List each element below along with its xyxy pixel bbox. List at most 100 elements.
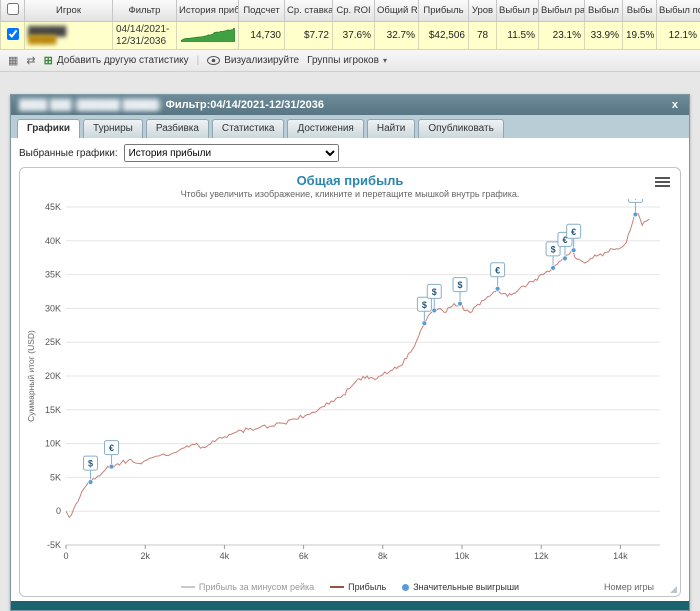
svg-text:25K: 25K xyxy=(45,337,61,347)
svg-text:$: $ xyxy=(633,199,638,201)
svg-text:35K: 35K xyxy=(45,270,61,280)
chart-menu-icon[interactable] xyxy=(655,175,670,189)
col-player[interactable]: Игрок xyxy=(25,0,113,22)
tab-breakdown[interactable]: Разбивка xyxy=(146,119,209,138)
avg-roi-cell: 37.6% xyxy=(333,22,375,50)
svg-text:20K: 20K xyxy=(45,371,61,381)
avg-stake-cell: $7.72 xyxy=(285,22,333,50)
col-avg-roi[interactable]: Ср. ROI xyxy=(333,0,375,22)
svg-text:0: 0 xyxy=(56,506,61,516)
panel-footer-bar xyxy=(11,601,689,610)
close-icon[interactable]: x xyxy=(669,100,681,111)
profit-chart-panel: Общая прибыль Чтобы увеличить изображени… xyxy=(19,167,681,597)
panel-player-name-redacted: ████ ███ (██████ █████) xyxy=(19,100,162,111)
player-detail-panel: ████ ███ (██████ █████) Фильтр:04/14/202… xyxy=(10,94,690,611)
legend-item-profit[interactable]: Прибыль xyxy=(330,582,386,592)
svg-text:2k: 2k xyxy=(140,551,150,561)
legend-item-net-profit[interactable]: Прибыль за минусом рейка xyxy=(181,582,314,592)
tab-tournaments[interactable]: Турниры xyxy=(83,119,143,138)
svg-text:15K: 15K xyxy=(45,405,61,415)
filter-cell: 04/14/2021- 12/31/2036 xyxy=(113,22,177,50)
col-filter[interactable]: Фильтр xyxy=(113,0,177,22)
svg-text:$: $ xyxy=(88,459,93,469)
total-roi-cell: 32.7% xyxy=(375,22,419,50)
svg-text:0: 0 xyxy=(63,551,68,561)
profit-cell: $42,506 xyxy=(419,22,469,50)
tab-statistics[interactable]: Статистика xyxy=(212,119,285,138)
col-total-roi[interactable]: Общий ROI xyxy=(375,0,419,22)
svg-text:$: $ xyxy=(432,287,437,297)
row-checkbox[interactable] xyxy=(7,28,19,40)
svg-text:10k: 10k xyxy=(455,551,470,561)
charts-select[interactable]: История прибыли xyxy=(124,144,339,162)
tab-achievements[interactable]: Достижения xyxy=(287,119,363,138)
resize-grip[interactable] xyxy=(670,586,677,593)
col-profit-history[interactable]: История прибы xyxy=(177,0,239,22)
chart-legend: Прибыль за минусом рейка Прибыль Значите… xyxy=(24,580,676,594)
tab-find[interactable]: Найти xyxy=(367,119,416,138)
tab-charts[interactable]: Графики xyxy=(17,119,80,138)
profit-chart-svg[interactable]: 45K40K35K30K25K20K15K10K5K0-5K02k4k6k8k1… xyxy=(24,199,672,577)
svg-text:5K: 5K xyxy=(50,472,61,482)
out-early-mid-cell: 23.1% xyxy=(539,22,585,50)
out-late-mid-cell: 19.5% xyxy=(623,22,657,50)
svg-text:12k: 12k xyxy=(534,551,549,561)
svg-text:4k: 4k xyxy=(220,551,230,561)
player-stats-table: Игрок Фильтр История прибы Подсчет Ср. с… xyxy=(0,0,700,50)
table-row: ██████ █████ 04/14/2021- 12/31/2036 14,7… xyxy=(1,22,700,50)
legend-swatch-line xyxy=(330,586,344,588)
player-name-cell[interactable]: ██████ █████ xyxy=(25,22,113,50)
svg-text:€: € xyxy=(109,443,114,453)
svg-text:€: € xyxy=(495,265,500,275)
add-icon: ⊞ xyxy=(44,54,53,67)
svg-text:10K: 10K xyxy=(45,439,61,449)
legend-item-big-wins[interactable]: Значительные выигрыши xyxy=(402,582,519,592)
col-out-early-mid[interactable]: Выбыл рано/ xyxy=(539,0,585,22)
select-all-checkbox[interactable] xyxy=(7,3,19,15)
table-toolbar: ▦ ⇄ ⊞ Добавить другую статистику | Визуа… xyxy=(0,50,700,72)
col-avg-stake[interactable]: Ср. ставка xyxy=(285,0,333,22)
refresh-icon[interactable]: ⇄ xyxy=(26,54,35,67)
player-groups-button[interactable]: Группы игроков ▾ xyxy=(307,55,387,66)
x-axis-title: Номер игры xyxy=(604,582,654,592)
svg-text:-5K: -5K xyxy=(47,540,61,550)
panel-header: ████ ███ (██████ █████) Фильтр:04/14/202… xyxy=(11,95,689,115)
svg-text:Суммарный итог (USD): Суммарный итог (USD) xyxy=(26,330,36,422)
col-profit[interactable]: Прибыль xyxy=(419,0,469,22)
svg-text:€: € xyxy=(571,227,576,237)
chart-title: Общая прибыль xyxy=(24,173,676,188)
out-early-cell: 11.5% xyxy=(497,22,539,50)
svg-text:$: $ xyxy=(422,300,427,310)
sparkline-cell xyxy=(177,22,239,50)
count-cell: 14,730 xyxy=(239,22,285,50)
svg-text:40K: 40K xyxy=(45,236,61,246)
svg-text:6k: 6k xyxy=(299,551,309,561)
table-header-row: Игрок Фильтр История прибы Подсчет Ср. с… xyxy=(1,0,700,22)
svg-text:30K: 30K xyxy=(45,303,61,313)
col-out-late-mid[interactable]: Выбы xyxy=(623,0,657,22)
col-level[interactable]: Уров xyxy=(469,0,497,22)
svg-text:$: $ xyxy=(551,244,556,254)
level-cell: 78 xyxy=(469,22,497,50)
col-out-early[interactable]: Выбыл ран xyxy=(497,0,539,22)
add-statistic-button[interactable]: ⊞ Добавить другую статистику xyxy=(44,54,189,67)
svg-text:45K: 45K xyxy=(45,202,61,212)
out-late-cell: 12.1% xyxy=(657,22,700,50)
svg-text:$: $ xyxy=(458,280,463,290)
player-subname-redacted: █████ xyxy=(28,36,109,44)
panel-filter-title: Фильтр:04/14/2021-12/31/2036 xyxy=(166,99,324,111)
legend-swatch-line xyxy=(181,586,195,588)
eye-icon xyxy=(207,56,220,65)
tab-publish[interactable]: Опубликовать xyxy=(418,119,503,138)
panel-tabs: Графики Турниры Разбивка Статистика Дост… xyxy=(11,115,689,138)
charts-select-label: Выбранные графики: xyxy=(19,148,118,159)
col-out-late[interactable]: Выбыл поз xyxy=(657,0,700,22)
legend-swatch-dot xyxy=(402,584,409,591)
report-icon[interactable]: ▦ xyxy=(8,54,18,67)
out-mid-cell: 33.9% xyxy=(585,22,623,50)
profit-sparkline xyxy=(181,27,235,42)
visualize-button[interactable]: Визуализируйте xyxy=(207,55,299,66)
col-count[interactable]: Подсчет xyxy=(239,0,285,22)
col-out-mid[interactable]: Выбыл xyxy=(585,0,623,22)
chevron-down-icon: ▾ xyxy=(383,56,387,65)
